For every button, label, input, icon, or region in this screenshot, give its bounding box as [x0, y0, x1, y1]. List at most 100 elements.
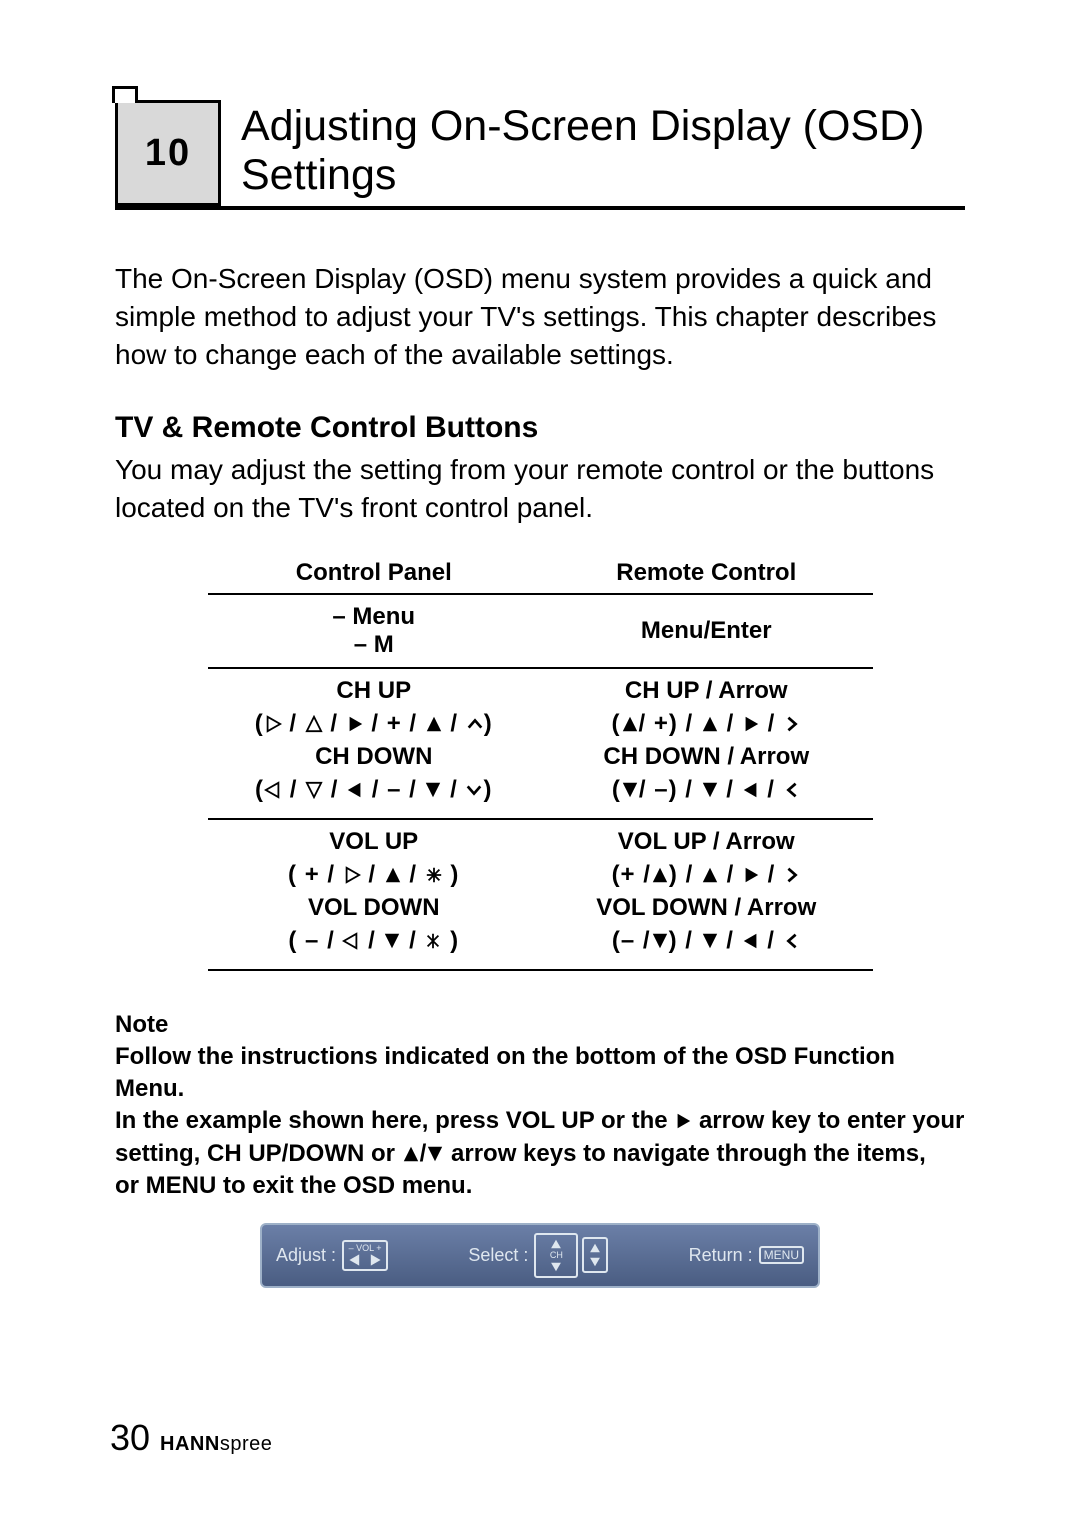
osd-select-ch-text: CH [550, 1251, 563, 1260]
triangle-down-icon [701, 932, 719, 950]
triangle-left-outline-icon [342, 932, 360, 950]
note-body: Follow the instructions indicated on the… [115, 1041, 965, 1203]
intro-paragraph: The On-Screen Display (OSD) menu system … [115, 260, 965, 373]
triangle-right-icon [742, 866, 760, 884]
triangle-right-outline-icon [343, 866, 361, 884]
vol-up-arrow-label: VOL UP / Arrow [548, 828, 865, 856]
note-line3b: arrow keys to navigate through the items… [451, 1140, 926, 1167]
ch-up-label: CH UP [216, 677, 533, 705]
ch-down-symbols: ( / / / – / / ) [216, 771, 533, 809]
sparkle-plus-icon [425, 866, 443, 884]
triangle-right-icon [368, 1253, 382, 1267]
cell-menu-cp: – Menu – M [208, 594, 541, 668]
text: – M [216, 631, 533, 659]
triangle-down-icon [424, 781, 442, 799]
vol-up-label: VOL UP [216, 828, 533, 856]
vol-up-symbols: ( + / / / ) [216, 856, 533, 894]
row-menu: – Menu – M Menu/Enter [208, 594, 873, 668]
triangle-down-outline-icon [305, 781, 323, 799]
vol-up-arrow-symbols: (+ /) / / / [548, 856, 865, 894]
section-body: You may adjust the setting from your rem… [115, 451, 965, 527]
osd-hint-bar: Adjust : – VOL + Select : CH [260, 1223, 820, 1288]
note-line1: Follow the instructions indicated on the… [115, 1043, 895, 1102]
page: 10 Adjusting On-Screen Display (OSD) Set… [0, 0, 1080, 1529]
chevron-right-icon [783, 866, 801, 884]
note-heading: Note [115, 1011, 965, 1039]
brand-rest: spree [220, 1433, 273, 1455]
cell-ch-rc: CH UP / Arrow (/ +) / / / CH DOWN / Arro… [540, 668, 873, 819]
chevron-left-icon [783, 781, 801, 799]
chapter-heading: 10 Adjusting On-Screen Display (OSD) Set… [115, 100, 965, 210]
osd-return-label: Return : [689, 1245, 753, 1266]
cell-menu-rc: Menu/Enter [540, 594, 873, 668]
triangle-down-icon [549, 1260, 563, 1274]
chevron-up-icon [466, 715, 484, 733]
chevron-down-icon [465, 781, 483, 799]
brand-bold: HANN [160, 1433, 220, 1455]
triangle-up-icon [701, 715, 719, 733]
triangle-right-icon [346, 715, 364, 733]
vol-down-symbols: ( – / / / ) [216, 922, 533, 960]
page-footer: 30 HANNspree [110, 1417, 272, 1459]
osd-adjust-chip: – VOL + [342, 1240, 388, 1271]
osd-select-ch-chip: CH [534, 1233, 578, 1278]
triangle-up-icon [384, 866, 402, 884]
ch-up-arrow-label: CH UP / Arrow [548, 677, 865, 705]
note-line2b: arrow key to enter your [699, 1107, 964, 1134]
triangle-left-icon [348, 1253, 362, 1267]
triangle-down-icon [426, 1145, 444, 1163]
vol-down-arrow-label: VOL DOWN / Arrow [548, 894, 865, 922]
triangle-up-icon [621, 715, 639, 733]
chevron-right-icon [783, 715, 801, 733]
note-line4: or MENU to exit the OSD menu. [115, 1172, 472, 1199]
row-ch: CH UP ( / / / + / / ) CH DOWN ( / / / – … [208, 668, 873, 819]
triangle-up-icon [651, 866, 669, 884]
section-heading: TV & Remote Control Buttons [115, 411, 965, 445]
osd-adjust: Adjust : – VOL + [276, 1240, 388, 1271]
text: – Menu [216, 603, 533, 631]
table-header-row: Control Panel Remote Control [208, 555, 873, 594]
chapter-number: 10 [115, 100, 221, 206]
triangle-down-icon [383, 932, 401, 950]
triangle-right-icon [674, 1112, 692, 1130]
osd-select: Select : CH [468, 1233, 608, 1278]
cell-vol-rc: VOL UP / Arrow (+ /) / / / VOL DOWN / Ar… [540, 819, 873, 970]
ch-up-arrow-symbols: (/ +) / / / [548, 705, 865, 743]
tab-notch-icon [112, 86, 138, 103]
triangle-up-icon [701, 866, 719, 884]
triangle-left-icon [742, 781, 760, 799]
row-vol: VOL UP ( + / / / ) VOL DOWN ( – / / / ) … [208, 819, 873, 970]
note-line2a: In the example shown here, press VOL UP … [115, 1107, 674, 1134]
triangle-down-icon [651, 932, 669, 950]
triangle-right-outline-icon [264, 715, 282, 733]
triangle-up-outline-icon [305, 715, 323, 733]
osd-return-chip: MENU [759, 1246, 804, 1264]
triangle-down-icon [701, 781, 719, 799]
osd-select-arrow-chip [582, 1237, 608, 1273]
osd-select-chips: CH [534, 1233, 608, 1278]
cell-vol-cp: VOL UP ( + / / / ) VOL DOWN ( – / / / ) [208, 819, 541, 970]
triangle-left-icon [742, 932, 760, 950]
note-line3a: setting, CH UP/DOWN or [115, 1140, 402, 1167]
ch-up-symbols: ( / / / + / / ) [216, 705, 533, 743]
triangle-down-icon [621, 781, 639, 799]
col-remote-control: Remote Control [540, 555, 873, 594]
page-number: 30 [110, 1417, 150, 1459]
triangle-up-icon [549, 1237, 563, 1251]
cell-ch-cp: CH UP ( / / / + / / ) CH DOWN ( / / / – … [208, 668, 541, 819]
osd-return: Return : MENU [689, 1245, 804, 1266]
triangle-right-icon [742, 715, 760, 733]
ch-down-arrow-label: CH DOWN / Arrow [548, 743, 865, 771]
ch-down-arrow-symbols: (/ –) / / / [548, 771, 865, 809]
triangle-up-icon [402, 1145, 420, 1163]
ch-down-label: CH DOWN [216, 743, 533, 771]
osd-adjust-chip-top: – VOL + [349, 1244, 382, 1253]
vol-down-arrow-symbols: (– /) / / / [548, 922, 865, 960]
sparkle-minus-icon [424, 932, 442, 950]
col-control-panel: Control Panel [208, 555, 541, 594]
vol-down-label: VOL DOWN [216, 894, 533, 922]
triangle-up-icon [425, 715, 443, 733]
triangle-left-outline-icon [264, 781, 282, 799]
triangle-up-icon [588, 1241, 602, 1255]
brand-logo: HANNspree [160, 1433, 272, 1456]
